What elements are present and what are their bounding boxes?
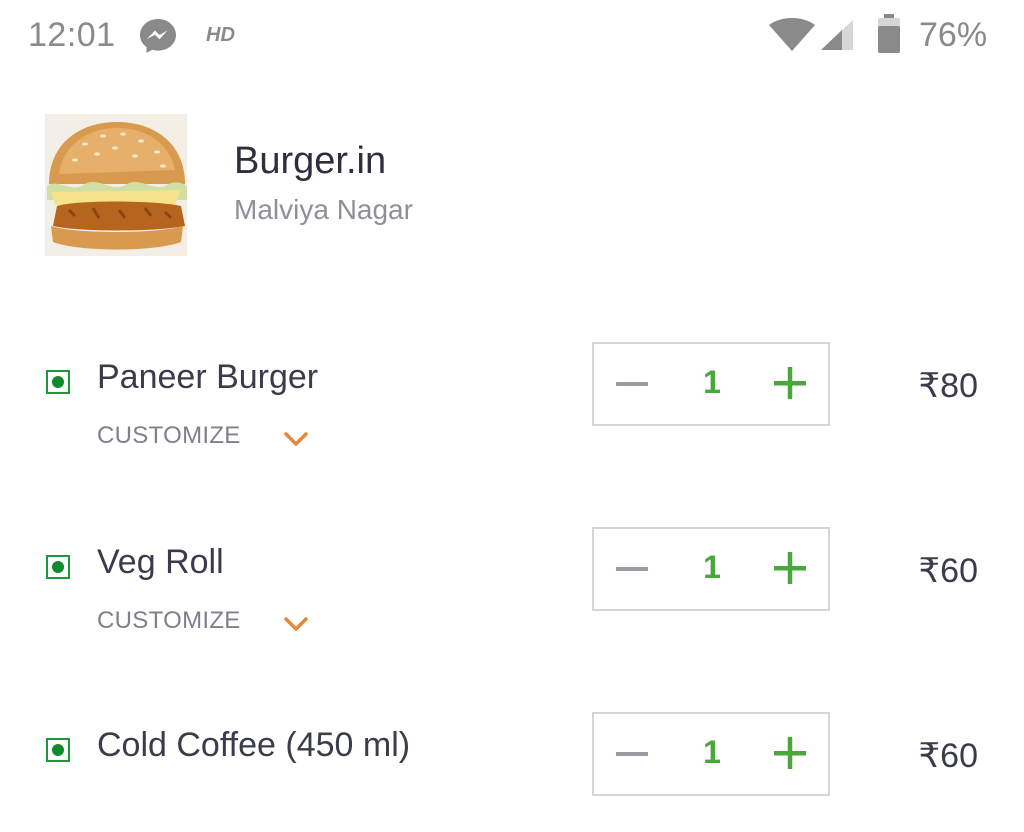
chevron-down-icon[interactable] — [283, 431, 309, 447]
burger-photo — [45, 114, 187, 256]
veg-icon — [46, 555, 70, 579]
hd-badge: HD — [206, 24, 235, 46]
cart-item: Paneer Burger CUSTOMIZE 1 ₹80 — [0, 340, 1024, 460]
increment-button[interactable] — [772, 549, 808, 587]
restaurant-name: Burger.in — [234, 140, 387, 182]
signal-icon — [821, 20, 853, 50]
increment-button[interactable] — [772, 734, 808, 772]
item-name: Cold Coffee (450 ml) — [97, 726, 411, 764]
quantity-value: 1 — [703, 734, 721, 770]
quantity-stepper: 1 — [592, 712, 830, 796]
decrement-button[interactable] — [614, 366, 650, 402]
item-name: Paneer Burger — [97, 358, 319, 396]
quantity-value: 1 — [703, 549, 721, 585]
customize-link[interactable]: CUSTOMIZE — [97, 422, 241, 450]
customize-link[interactable]: CUSTOMIZE — [97, 607, 241, 635]
quantity-stepper: 1 — [592, 342, 830, 426]
quantity-value: 1 — [703, 364, 721, 400]
decrement-button[interactable] — [614, 736, 650, 772]
item-name: Veg Roll — [97, 543, 224, 581]
veg-icon — [46, 738, 70, 762]
item-price: ₹60 — [918, 552, 978, 590]
quantity-stepper: 1 — [592, 527, 830, 611]
cart-item: Veg Roll CUSTOMIZE 1 ₹60 — [0, 525, 1024, 645]
cart-item: Cold Coffee (450 ml) 1 ₹60 — [0, 710, 1024, 830]
chevron-down-icon[interactable] — [283, 616, 309, 632]
status-time: 12:01 — [28, 16, 116, 54]
battery-icon — [878, 14, 900, 53]
battery-percent: 76% — [919, 16, 988, 54]
messenger-icon — [140, 19, 176, 53]
veg-icon — [46, 370, 70, 394]
decrement-button[interactable] — [614, 551, 650, 587]
item-price: ₹80 — [918, 367, 978, 405]
restaurant-area: Malviya Nagar — [234, 194, 413, 225]
item-price: ₹60 — [918, 737, 978, 775]
increment-button[interactable] — [772, 364, 808, 402]
wifi-icon — [769, 18, 815, 51]
status-bar: 12:01 HD 76% — [0, 0, 1024, 72]
cart-screen: 12:01 HD 76% Burger.in Malviya Nagar Pan… — [0, 0, 1024, 832]
